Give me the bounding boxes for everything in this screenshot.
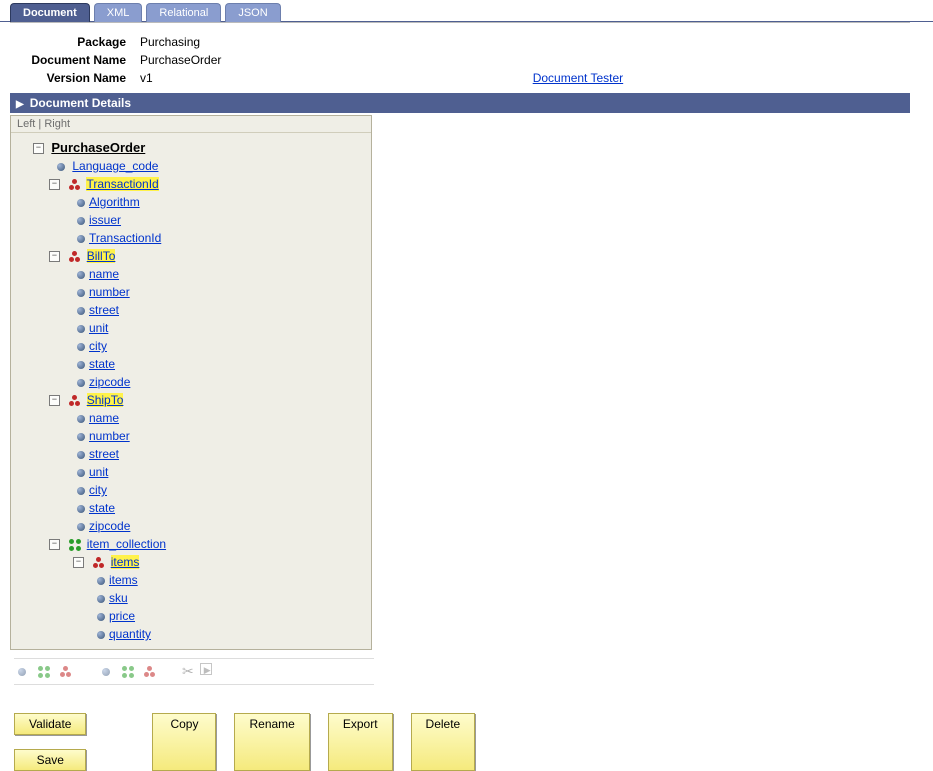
- tree-item-name[interactable]: name: [89, 411, 119, 425]
- primitive-icon: [75, 503, 87, 515]
- tree-item-items-inner[interactable]: items: [109, 573, 138, 587]
- primitive-icon: [75, 197, 87, 209]
- save-button[interactable]: Save: [14, 749, 86, 771]
- tree-item-unit[interactable]: unit: [89, 465, 108, 479]
- compound-icon: [69, 251, 81, 263]
- tree-item-sku[interactable]: sku: [109, 591, 128, 605]
- tab-strip: Document XML Relational JSON: [0, 0, 933, 22]
- primitive-icon: [75, 431, 87, 443]
- delete-button[interactable]: Delete: [411, 713, 476, 771]
- tree-item-transactionid-inner[interactable]: TransactionId: [89, 231, 161, 245]
- tree-item-state[interactable]: state: [89, 357, 115, 371]
- primitive-icon: [75, 287, 87, 299]
- validate-button[interactable]: Validate: [14, 713, 86, 735]
- primitive-icon: [75, 269, 87, 281]
- primitive-icon: [75, 215, 87, 227]
- primitive-icon: [75, 521, 87, 533]
- primitive-icon: [75, 485, 87, 497]
- primitive-icon: [75, 467, 87, 479]
- tree-item-zipcode[interactable]: zipcode: [89, 375, 130, 389]
- cut-icon[interactable]: ✂: [182, 663, 194, 680]
- tree-item-city[interactable]: city: [89, 483, 107, 497]
- expander-icon[interactable]: −: [73, 557, 84, 568]
- copy-button[interactable]: Copy: [152, 713, 216, 771]
- tree-item-issuer[interactable]: issuer: [89, 213, 121, 227]
- package-value: Purchasing: [140, 35, 200, 49]
- add-collection-child-icon[interactable]: [122, 666, 134, 678]
- document-tester-link[interactable]: Document Tester: [533, 71, 624, 85]
- tree-item-number[interactable]: number: [89, 285, 130, 299]
- tree-panel: Left | Right − PurchaseOrder Language_co…: [10, 115, 372, 650]
- tree-item-language-code[interactable]: Language_code: [72, 159, 158, 173]
- add-compound-icon[interactable]: [60, 666, 72, 678]
- add-collection-icon[interactable]: [38, 666, 50, 678]
- version-name-label: Version Name: [0, 71, 140, 85]
- rename-button[interactable]: Rename: [234, 713, 309, 771]
- compound-icon: [69, 395, 81, 407]
- tree-item-item-collection[interactable]: item_collection: [87, 537, 166, 551]
- primitive-icon: [75, 377, 87, 389]
- primitive-icon: [75, 413, 87, 425]
- tree-root[interactable]: PurchaseOrder: [51, 140, 145, 155]
- collection-icon: [69, 539, 81, 551]
- tree-item-items[interactable]: items: [111, 555, 140, 569]
- expander-icon[interactable]: −: [49, 539, 60, 550]
- expander-icon[interactable]: −: [49, 395, 60, 406]
- tab-document[interactable]: Document: [10, 3, 90, 22]
- tab-xml[interactable]: XML: [94, 3, 143, 22]
- tree-toolbar: ✂ ▶: [14, 658, 374, 685]
- document-name-label: Document Name: [0, 53, 140, 67]
- expander-icon[interactable]: −: [49, 179, 60, 190]
- primitive-icon: [95, 593, 107, 605]
- tree-item-number[interactable]: number: [89, 429, 130, 443]
- primitive-icon: [95, 575, 107, 587]
- primitive-icon: [75, 323, 87, 335]
- tab-relational[interactable]: Relational: [146, 3, 221, 22]
- paste-icon[interactable]: ▶: [200, 663, 212, 675]
- primitive-icon: [75, 359, 87, 371]
- compound-icon: [69, 179, 81, 191]
- tab-json[interactable]: JSON: [225, 3, 280, 22]
- tree-item-billto[interactable]: BillTo: [87, 249, 116, 263]
- tree-item-street[interactable]: street: [89, 303, 119, 317]
- version-name-value: v1: [140, 71, 153, 85]
- tree-item-name[interactable]: name: [89, 267, 119, 281]
- add-primitive-child-icon[interactable]: [100, 666, 112, 678]
- primitive-icon: [75, 233, 87, 245]
- tree-item-price[interactable]: price: [109, 609, 135, 623]
- expander-icon[interactable]: −: [33, 143, 44, 154]
- expander-icon[interactable]: −: [49, 251, 60, 262]
- tree-item-transactionid[interactable]: TransactionId: [86, 177, 158, 191]
- section-title: Document Details: [30, 96, 131, 110]
- add-primitive-icon[interactable]: [16, 666, 28, 678]
- tree-item-shipto[interactable]: ShipTo: [87, 393, 124, 407]
- compound-icon: [93, 557, 105, 569]
- tree-item-street[interactable]: street: [89, 447, 119, 461]
- header-form: Package Purchasing Document Name Purchas…: [0, 33, 933, 87]
- primitive-icon: [75, 449, 87, 461]
- tree-item-algorithm[interactable]: Algorithm: [89, 195, 140, 209]
- package-label: Package: [0, 35, 140, 49]
- primitive-icon: [55, 161, 67, 173]
- tree-item-city[interactable]: city: [89, 339, 107, 353]
- primitive-icon: [95, 611, 107, 623]
- document-name-value: PurchaseOrder: [140, 53, 221, 67]
- section-document-details[interactable]: ▶ Document Details: [10, 93, 910, 113]
- tree-item-state[interactable]: state: [89, 501, 115, 515]
- section-expand-icon: ▶: [16, 99, 24, 110]
- tree-item-quantity[interactable]: quantity: [109, 627, 151, 641]
- export-button[interactable]: Export: [328, 713, 393, 771]
- tree-header: Left | Right: [11, 116, 371, 133]
- primitive-icon: [75, 341, 87, 353]
- tree-item-zipcode[interactable]: zipcode: [89, 519, 130, 533]
- tree-item-unit[interactable]: unit: [89, 321, 108, 335]
- primitive-icon: [95, 629, 107, 641]
- add-compound-child-icon[interactable]: [144, 666, 156, 678]
- primitive-icon: [75, 305, 87, 317]
